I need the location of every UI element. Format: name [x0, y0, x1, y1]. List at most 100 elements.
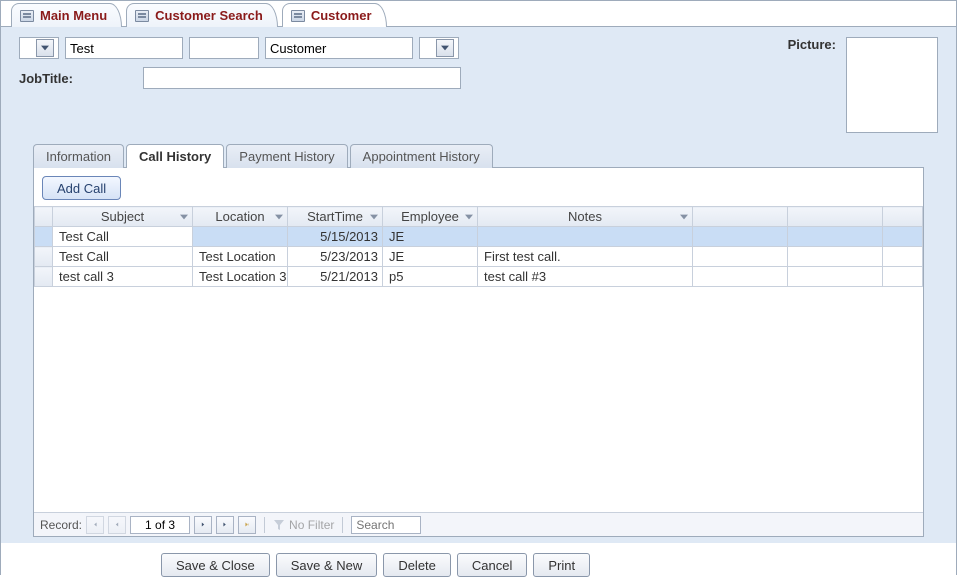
header-row: Subject Location StartTime Employee Note… — [35, 207, 923, 227]
cell-blank — [883, 247, 923, 267]
bottom-bar: Save & Close Save & New Delete Cancel Pr… — [1, 543, 956, 587]
print-button[interactable]: Print — [533, 553, 590, 577]
col-notes[interactable]: Notes — [478, 207, 693, 227]
col-starttime[interactable]: StartTime — [288, 207, 383, 227]
name-fields: JobTitle: — [19, 37, 499, 97]
chevron-down-icon[interactable] — [436, 39, 454, 57]
app-window: Main Menu Customer Search Customer — [0, 0, 957, 575]
cell-notes[interactable]: First test call. — [478, 247, 693, 267]
delete-button[interactable]: Delete — [383, 553, 451, 577]
nav-last-button[interactable] — [216, 516, 234, 534]
prefix-combo[interactable] — [19, 37, 59, 59]
col-blank[interactable] — [693, 207, 788, 227]
row-selector[interactable] — [35, 267, 53, 287]
cell-blank — [883, 267, 923, 287]
chevron-down-icon — [275, 214, 283, 220]
tab-label: Customer Search — [155, 8, 263, 23]
tab-label: Customer — [311, 8, 372, 23]
nav-new-button[interactable] — [238, 516, 256, 534]
calls-table: Subject Location StartTime Employee Note… — [34, 206, 923, 287]
table-row[interactable]: test call 3Test Location 35/21/2013p5tes… — [35, 267, 923, 287]
tab-appointment-history[interactable]: Appointment History — [350, 144, 493, 168]
cell-blank — [788, 267, 883, 287]
grid-empty-area — [34, 287, 923, 512]
cell-blank — [693, 247, 788, 267]
chevron-down-icon[interactable] — [36, 39, 54, 57]
picture-block: Picture: — [788, 37, 938, 133]
cell-blank — [788, 227, 883, 247]
col-employee[interactable]: Employee — [383, 207, 478, 227]
chevron-down-icon — [680, 214, 688, 220]
nav-next-button[interactable] — [194, 516, 212, 534]
tab-label: Main Menu — [40, 8, 107, 23]
table-row[interactable]: Test Call 5/15/2013JE — [35, 227, 923, 247]
first-name-input[interactable] — [65, 37, 183, 59]
tab-main-menu[interactable]: Main Menu — [11, 3, 122, 27]
form-header: JobTitle: Picture: Information Call Hist… — [1, 27, 956, 543]
cell-location[interactable] — [193, 227, 288, 247]
cell-subject[interactable]: Test Call — [53, 247, 193, 267]
last-name-input[interactable] — [265, 37, 413, 59]
chevron-down-icon — [465, 214, 473, 220]
sub-panel: Add Call Subject — [33, 167, 924, 537]
nav-prev-button[interactable] — [108, 516, 126, 534]
cell-starttime[interactable]: 5/21/2013 — [288, 267, 383, 287]
cell-employee[interactable]: JE — [383, 247, 478, 267]
jobtitle-input[interactable] — [143, 67, 461, 89]
cell-starttime[interactable]: 5/23/2013 — [288, 247, 383, 267]
cell-employee[interactable]: JE — [383, 227, 478, 247]
tab-call-history[interactable]: Call History — [126, 144, 224, 168]
cell-notes[interactable]: test call #3 — [478, 267, 693, 287]
sub-tabs: Information Call History Payment History… — [19, 143, 938, 167]
record-position-input[interactable] — [130, 516, 190, 534]
cell-subject[interactable]: test call 3 — [53, 267, 193, 287]
table-row[interactable]: Test CallTest Location5/23/2013JEFirst t… — [35, 247, 923, 267]
grid-search-input[interactable] — [351, 516, 421, 534]
no-filter-indicator: No Filter — [273, 518, 334, 532]
form-icon — [135, 10, 149, 22]
cancel-button[interactable]: Cancel — [457, 553, 527, 577]
row-selector[interactable] — [35, 227, 53, 247]
cell-starttime[interactable]: 5/15/2013 — [288, 227, 383, 247]
col-blank[interactable] — [883, 207, 923, 227]
separator — [342, 517, 343, 533]
cell-location[interactable]: Test Location — [193, 247, 288, 267]
form-icon — [20, 10, 34, 22]
cell-subject[interactable]: Test Call — [53, 227, 193, 247]
add-call-button[interactable]: Add Call — [42, 176, 121, 200]
funnel-icon — [273, 519, 285, 531]
cell-blank — [693, 227, 788, 247]
cell-blank — [883, 227, 923, 247]
tab-payment-history[interactable]: Payment History — [226, 144, 347, 168]
save-new-button[interactable]: Save & New — [276, 553, 378, 577]
tab-customer-search[interactable]: Customer Search — [126, 3, 278, 27]
chevron-down-icon — [180, 214, 188, 220]
data-grid[interactable]: Subject Location StartTime Employee Note… — [34, 206, 923, 512]
select-all-cell[interactable] — [35, 207, 53, 227]
save-close-button[interactable]: Save & Close — [161, 553, 270, 577]
cell-blank — [788, 247, 883, 267]
document-tabs: Main Menu Customer Search Customer — [1, 1, 956, 27]
row-selector[interactable] — [35, 247, 53, 267]
cell-notes[interactable] — [478, 227, 693, 247]
grid-wrap: Subject Location StartTime Employee Note… — [34, 206, 923, 536]
cell-blank — [693, 267, 788, 287]
tab-customer[interactable]: Customer — [282, 3, 387, 27]
suffix-combo[interactable] — [419, 37, 459, 59]
cell-employee[interactable]: p5 — [383, 267, 478, 287]
tab-information[interactable]: Information — [33, 144, 124, 168]
record-label: Record: — [40, 518, 82, 532]
col-location[interactable]: Location — [193, 207, 288, 227]
cell-location[interactable]: Test Location 3 — [193, 267, 288, 287]
form-icon — [291, 10, 305, 22]
record-navigator: Record: No Filter — [34, 512, 923, 536]
jobtitle-label: JobTitle: — [19, 71, 137, 86]
nav-first-button[interactable] — [86, 516, 104, 534]
col-blank[interactable] — [788, 207, 883, 227]
separator — [264, 517, 265, 533]
picture-label: Picture: — [788, 37, 836, 52]
chevron-down-icon — [370, 214, 378, 220]
middle-name-input[interactable] — [189, 37, 259, 59]
col-subject[interactable]: Subject — [53, 207, 193, 227]
picture-box[interactable] — [846, 37, 938, 133]
